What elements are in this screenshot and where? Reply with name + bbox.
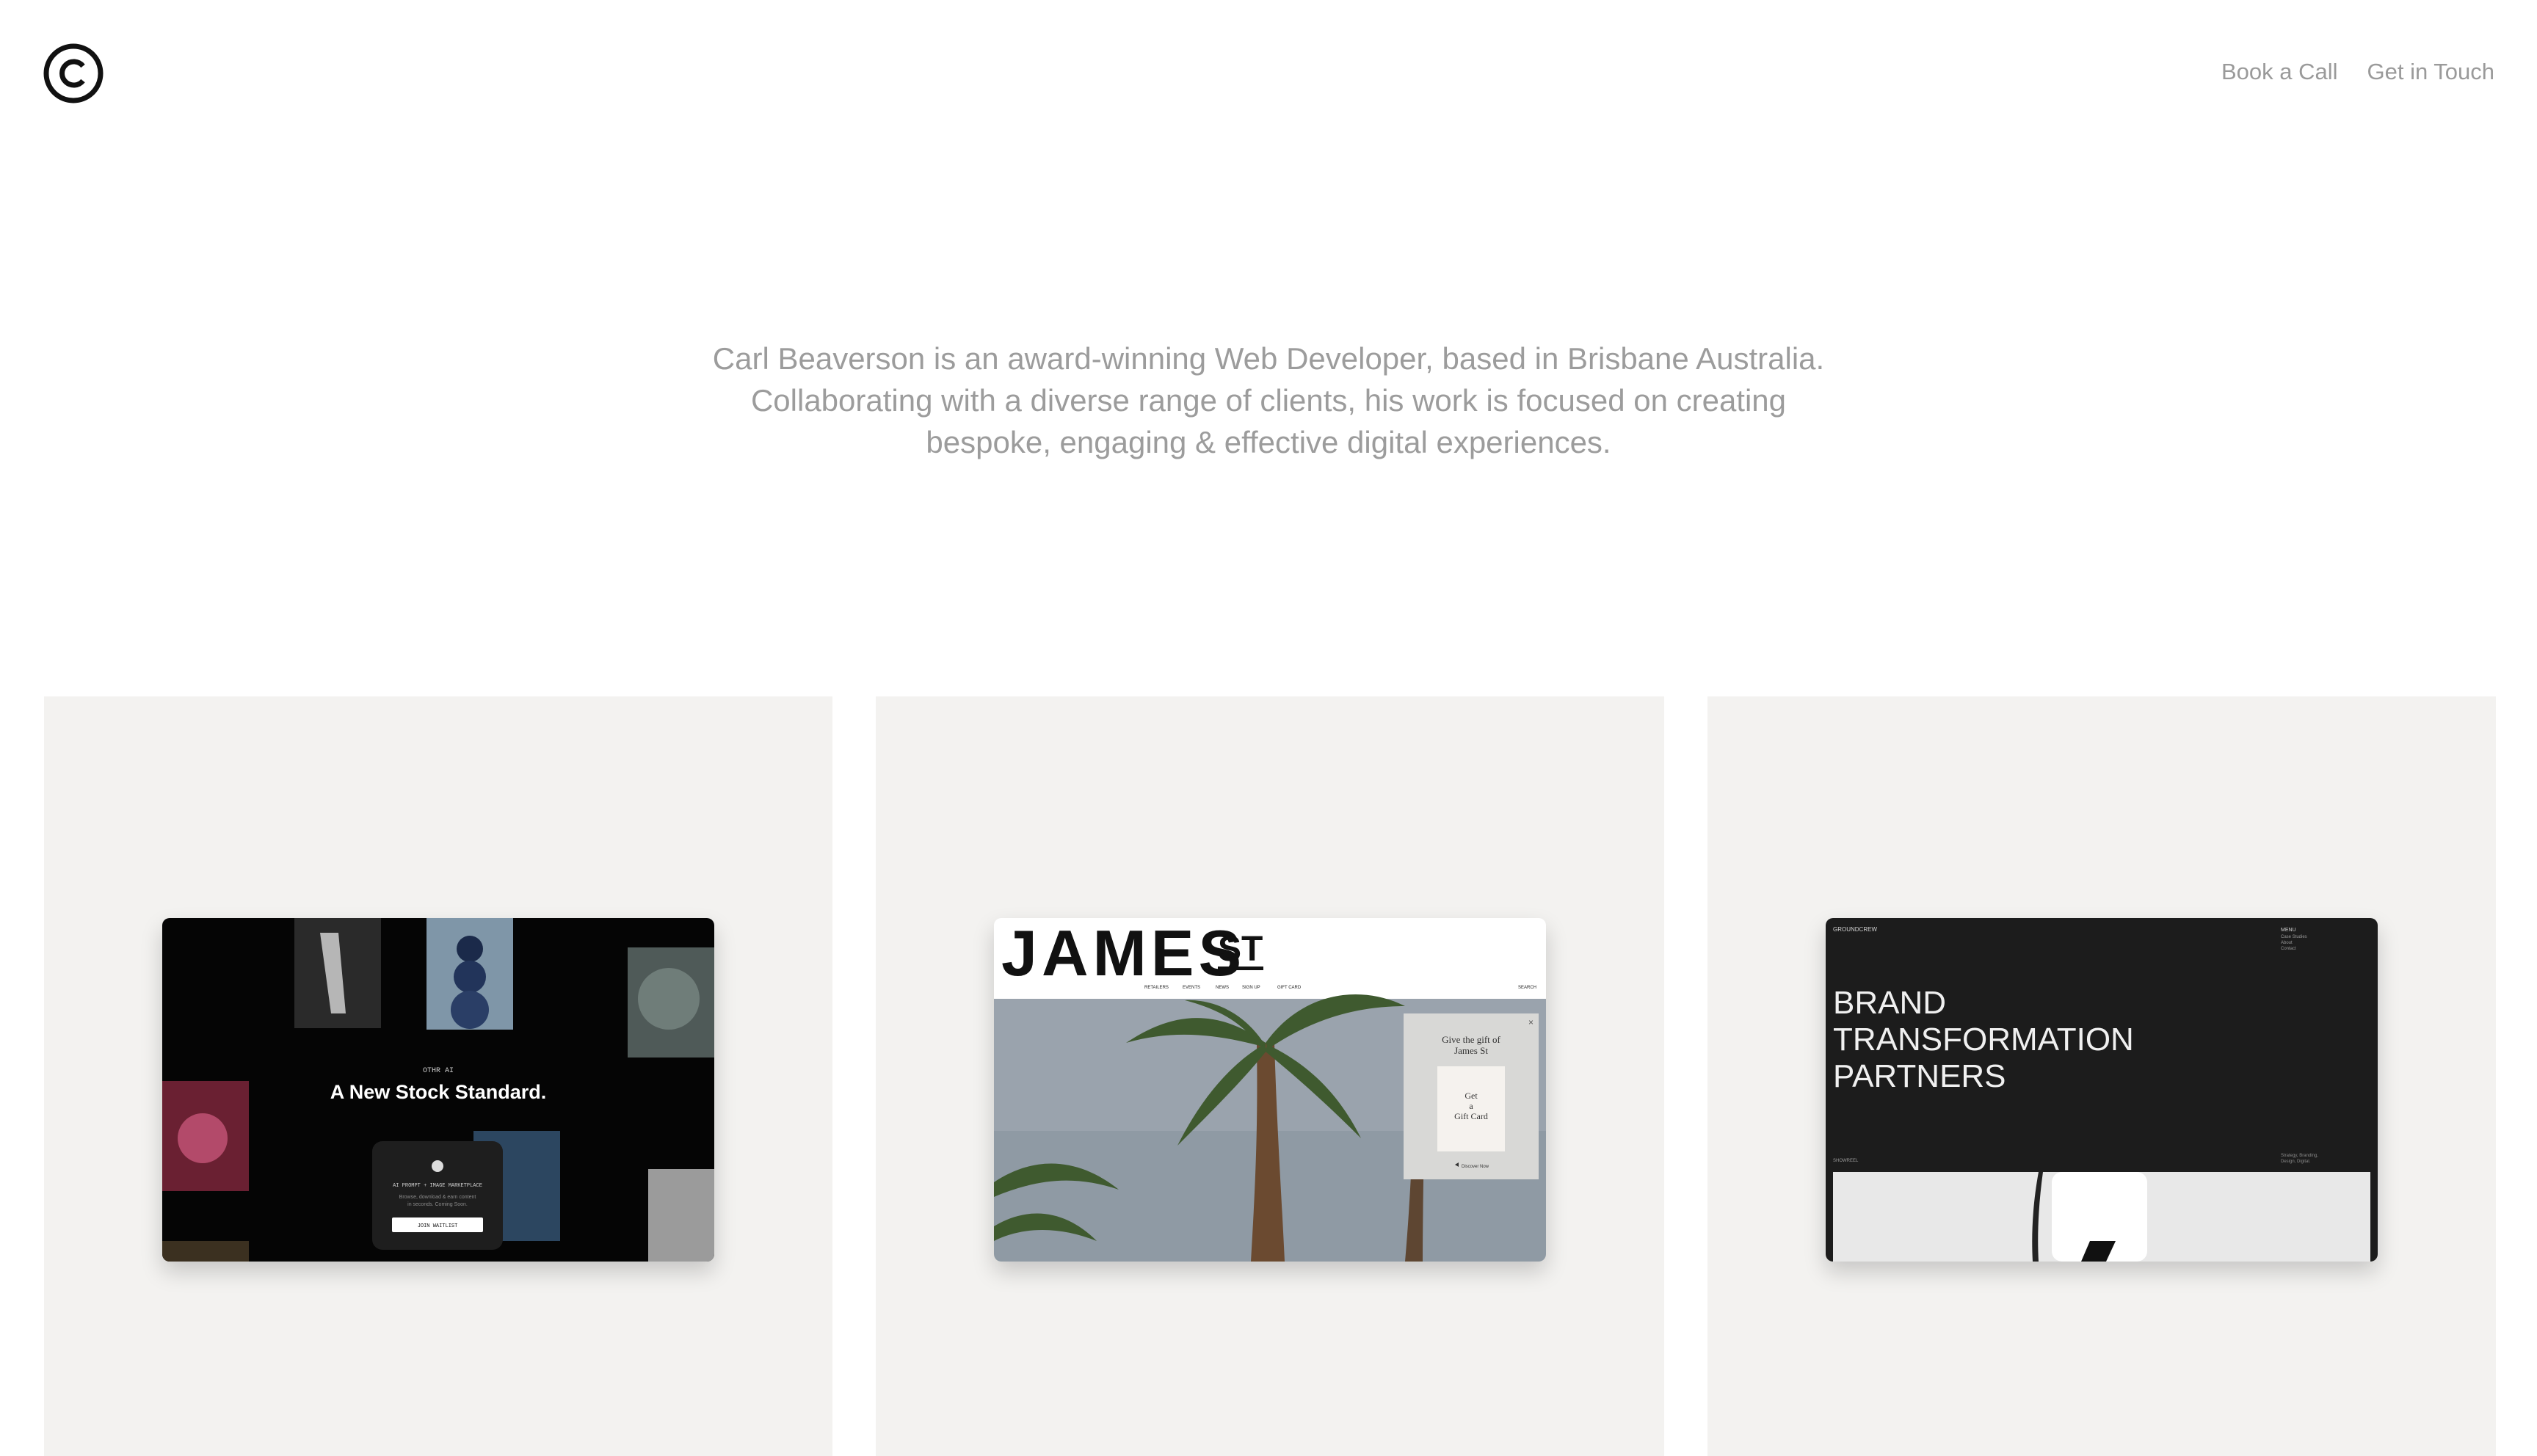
svg-text:Case Studies[interactable]: Case Studies [2281,935,2307,939]
project-thumbnail: JAMES ST RETAILERS EVENTS NEWS SIGN UP G… [994,918,1546,1262]
eyebrow-text: OTHR AI [423,1067,454,1075]
svg-text:a: a [1469,1101,1473,1111]
nav-item[interactable]: SIGN UP [1242,986,1260,990]
top-nav: Book a Call Get in Touch [2221,59,2494,85]
project-thumbnail: GROUNDCREW MENU Case Studies About Conta… [1826,918,2378,1262]
svg-text:Strategy, Branding,: Strategy, Branding, [2281,1154,2318,1158]
svg-text:AI PROMPT + IMAGE MARKETPLACE: AI PROMPT + IMAGE MARKETPLACE [393,1183,482,1189]
project-card-james-st[interactable]: JAMES ST RETAILERS EVENTS NEWS SIGN UP G… [876,696,1664,1456]
headline-line: PARTNERS [1833,1058,2006,1094]
svg-text:James St: James St [1454,1045,1488,1056]
svg-text:Browse, download & earn conten: Browse, download & earn content [399,1195,476,1200]
get-in-touch-link[interactable]: Get in Touch [2367,59,2494,85]
nav-item[interactable]: RETAILERS [1144,986,1169,990]
menu-label[interactable]: MENU [2281,928,2296,933]
svg-text:SHOWREEL: SHOWREEL [1833,1159,1859,1163]
brand-label: GROUNDCREW [1833,926,1877,933]
headline-line: TRANSFORMATION [1833,1022,2134,1058]
headline-text: A New Stock Standard. [330,1081,547,1103]
discover-now-link[interactable]: Discover Now [1462,1165,1489,1169]
project-card-groundcrew[interactable]: GROUNDCREW MENU Case Studies About Conta… [1707,696,2496,1456]
svg-text:JOIN WAITLIST: JOIN WAITLIST [418,1223,458,1229]
svg-text:Get: Get [1465,1091,1478,1101]
nav-item[interactable]: GIFT CARD [1277,986,1302,990]
intro-line: bespoke, engaging & effective digital ex… [926,425,1611,459]
brand-suffix: ST [1218,930,1263,969]
brand-wordmark: JAMES [1001,918,1246,989]
svg-text:Contact[interactable]: Contact [2281,947,2296,951]
intro-line: Collaborating with a diverse range of cl… [750,383,1787,418]
svg-text:in seconds. Coming Soon.: in seconds. Coming Soon. [407,1202,468,1207]
intro-text: Carl Beaverson is an award-winning Web D… [0,338,2537,463]
svg-text:About[interactable]: About [2281,941,2293,945]
copyright-icon[interactable] [43,43,104,104]
nav-item[interactable]: NEWS [1216,986,1229,990]
photo-tile [648,1169,714,1262]
search-link[interactable]: SEARCH [1518,986,1536,990]
project-thumbnail: OTHR AI A New Stock Standard. AI PROMPT … [162,918,714,1262]
book-a-call-link[interactable]: Book a Call [2221,59,2338,85]
close-icon[interactable]: × [1528,1017,1534,1027]
nav-item[interactable]: EVENTS [1183,986,1200,990]
intro-line: Carl Beaverson is an award-winning Web D… [712,341,1825,376]
headline-line: BRAND [1833,985,1946,1021]
svg-text:Give the gift of: Give the gift of [1442,1034,1500,1045]
project-card-othr[interactable]: OTHR AI A New Stock Standard. AI PROMPT … [44,696,832,1456]
svg-text:Design, Digital.: Design, Digital. [2281,1160,2311,1164]
svg-text:Gift Card: Gift Card [1454,1111,1488,1121]
